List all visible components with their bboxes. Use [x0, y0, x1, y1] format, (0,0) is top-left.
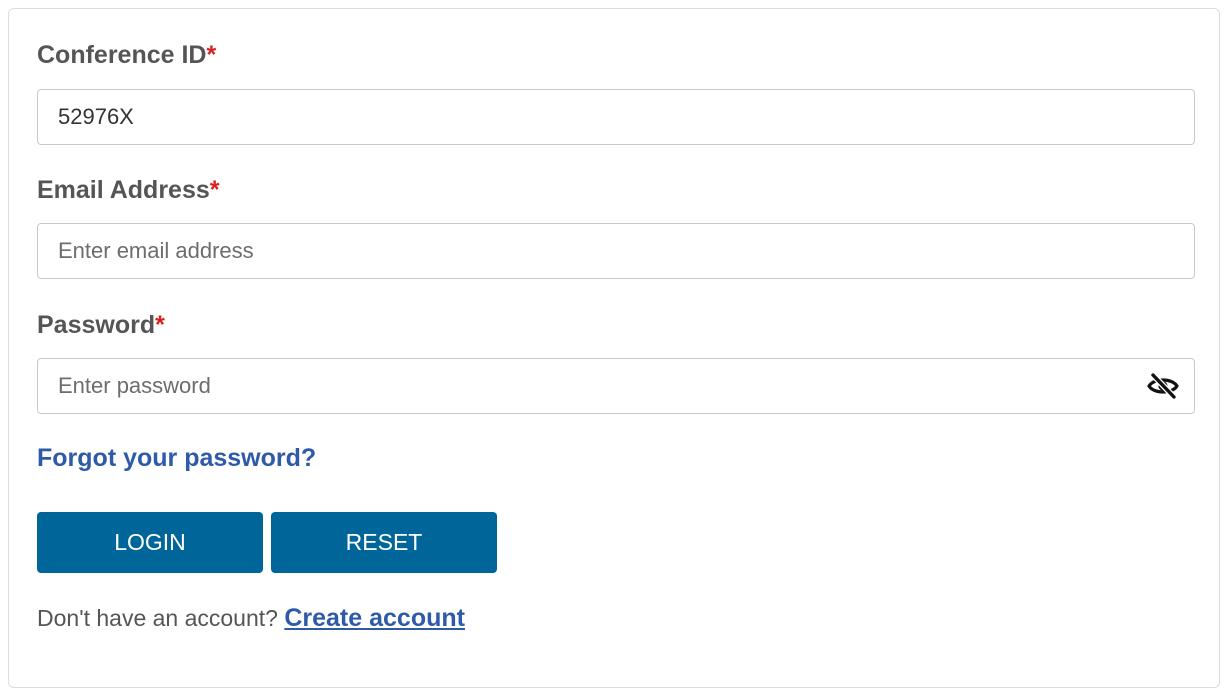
forgot-password-link[interactable]: Forgot your password? [37, 444, 316, 473]
login-button[interactable]: LOGIN [37, 512, 263, 573]
required-asterisk: * [155, 311, 165, 339]
required-asterisk: * [206, 41, 217, 69]
conference-id-input[interactable] [37, 89, 1195, 145]
eye-slash-icon [1147, 372, 1179, 400]
email-address-label: Email Address* [37, 176, 220, 204]
no-account-text: Don't have an account? [37, 605, 278, 631]
required-asterisk: * [209, 176, 220, 204]
password-input[interactable] [37, 358, 1195, 414]
password-label: Password* [37, 311, 165, 339]
signup-prompt: Don't have an account? Create account [37, 604, 465, 633]
conference-id-label: Conference ID* [37, 41, 217, 69]
create-account-link[interactable]: Create account [284, 604, 465, 632]
email-input[interactable] [37, 223, 1195, 279]
password-visibility-toggle[interactable] [1145, 371, 1181, 401]
login-form-card: Conference ID* Email Address* Password* … [8, 8, 1220, 688]
reset-button[interactable]: RESET [271, 512, 497, 573]
